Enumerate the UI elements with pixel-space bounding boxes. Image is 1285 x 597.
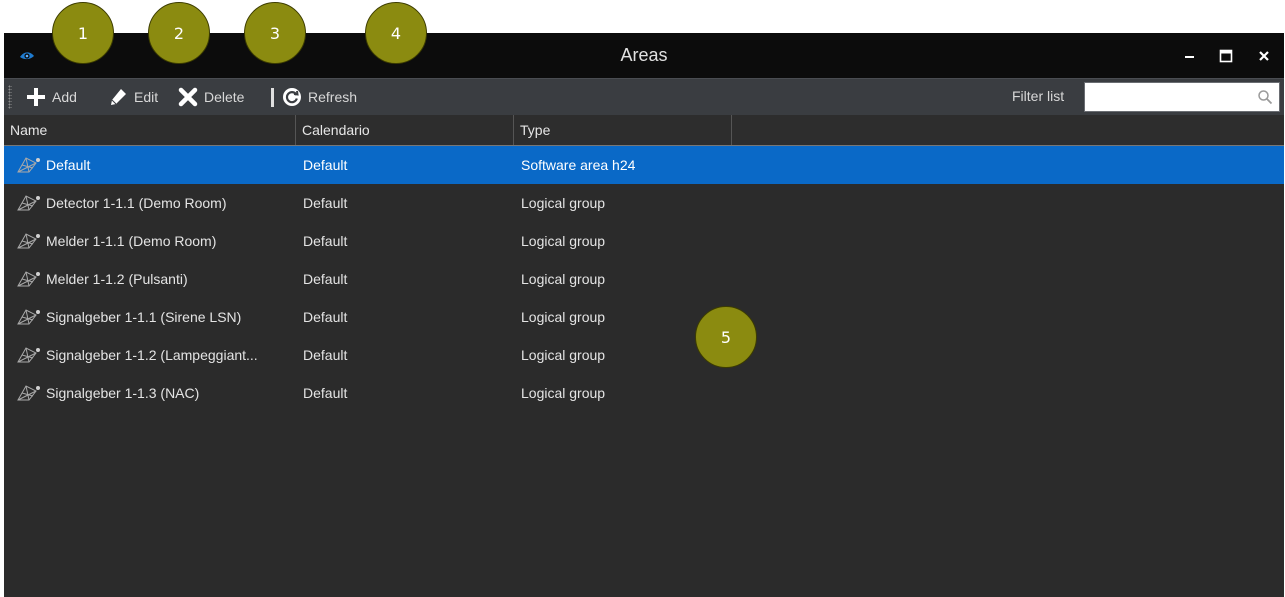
- toolbar-grip[interactable]: [8, 85, 12, 109]
- row-calendar: Default: [303, 195, 348, 211]
- plus-icon: [26, 87, 46, 107]
- maximize-button[interactable]: [1213, 43, 1239, 69]
- row-type: Logical group: [521, 195, 606, 211]
- table-header: Name Calendario Type: [4, 115, 1284, 146]
- callout-5: 5: [695, 306, 757, 368]
- row-calendar: Default: [303, 347, 348, 363]
- row-name: Melder 1-1.2 (Pulsanti): [46, 271, 188, 287]
- delete-button[interactable]: Delete: [178, 86, 244, 108]
- network-group-icon: [16, 383, 42, 406]
- toolbar-separator: [271, 88, 274, 107]
- row-name: Detector 1-1.1 (Demo Room): [46, 195, 227, 211]
- edit-button[interactable]: Edit: [108, 86, 158, 108]
- delete-label: Delete: [204, 89, 245, 105]
- column-header-calendario[interactable]: Calendario: [296, 115, 514, 145]
- callout-1: 1: [52, 2, 114, 64]
- table-row[interactable]: Signalgeber 1-1.3 (NAC) Default Logical …: [4, 374, 1284, 412]
- row-type: Software area h24: [521, 157, 636, 173]
- row-name: Signalgeber 1-1.1 (Sirene LSN): [46, 309, 242, 325]
- refresh-label: Refresh: [308, 89, 358, 105]
- filter-input[interactable]: [1089, 84, 1253, 112]
- table-row[interactable]: Signalgeber 1-1.2 (Lampeggiant... Defaul…: [4, 336, 1284, 374]
- close-icon: [1259, 51, 1269, 61]
- areas-list: Default Default Software area h24 Detect…: [4, 146, 1284, 412]
- table-row[interactable]: Default Default Software area h24: [4, 146, 1284, 184]
- maximize-icon: [1219, 49, 1233, 63]
- row-name: Melder 1-1.1 (Demo Room): [46, 233, 217, 249]
- callout-3: 3: [244, 2, 306, 64]
- column-header-name[interactable]: Name: [4, 115, 296, 145]
- minimize-icon: [1185, 56, 1194, 58]
- network-group-icon: [16, 269, 42, 292]
- areas-window: Areas Add Edit Delete Refresh Filter lis…: [4, 33, 1284, 597]
- table-row[interactable]: Detector 1-1.1 (Demo Room) Default Logic…: [4, 184, 1284, 222]
- row-type: Logical group: [521, 309, 606, 325]
- column-header-type[interactable]: Type: [514, 115, 732, 145]
- callout-4: 4: [365, 2, 427, 64]
- filter-label: Filter list: [1012, 88, 1065, 104]
- row-calendar: Default: [303, 271, 348, 287]
- row-type: Logical group: [521, 271, 606, 287]
- network-group-icon: [16, 155, 42, 178]
- row-name: Signalgeber 1-1.3 (NAC): [46, 385, 200, 401]
- close-button[interactable]: [1251, 43, 1277, 69]
- row-calendar: Default: [303, 309, 348, 325]
- pencil-icon: [108, 87, 128, 107]
- add-label: Add: [52, 89, 77, 105]
- row-type: Logical group: [521, 385, 606, 401]
- network-group-icon: [16, 231, 42, 254]
- refresh-icon: [282, 87, 302, 107]
- network-group-icon: [16, 345, 42, 368]
- filter-field[interactable]: [1084, 82, 1280, 112]
- row-name: Default: [46, 157, 91, 173]
- search-icon[interactable]: [1257, 89, 1273, 110]
- edit-label: Edit: [134, 89, 159, 105]
- row-type: Logical group: [521, 347, 606, 363]
- row-name: Signalgeber 1-1.2 (Lampeggiant...: [46, 347, 258, 363]
- network-group-icon: [16, 193, 42, 216]
- table-row[interactable]: Melder 1-1.1 (Demo Room) Default Logical…: [4, 222, 1284, 260]
- toolbar: Add Edit Delete Refresh Filter list: [4, 78, 1284, 115]
- row-calendar: Default: [303, 233, 348, 249]
- row-calendar: Default: [303, 157, 348, 173]
- add-button[interactable]: Add: [26, 86, 77, 108]
- row-type: Logical group: [521, 233, 606, 249]
- table-row[interactable]: Melder 1-1.2 (Pulsanti) Default Logical …: [4, 260, 1284, 298]
- callout-2: 2: [148, 2, 210, 64]
- x-icon: [178, 87, 198, 107]
- network-group-icon: [16, 307, 42, 330]
- row-calendar: Default: [303, 385, 348, 401]
- table-row[interactable]: Signalgeber 1-1.1 (Sirene LSN) Default L…: [4, 298, 1284, 336]
- refresh-button[interactable]: Refresh: [282, 86, 357, 108]
- minimize-button[interactable]: [1177, 43, 1203, 69]
